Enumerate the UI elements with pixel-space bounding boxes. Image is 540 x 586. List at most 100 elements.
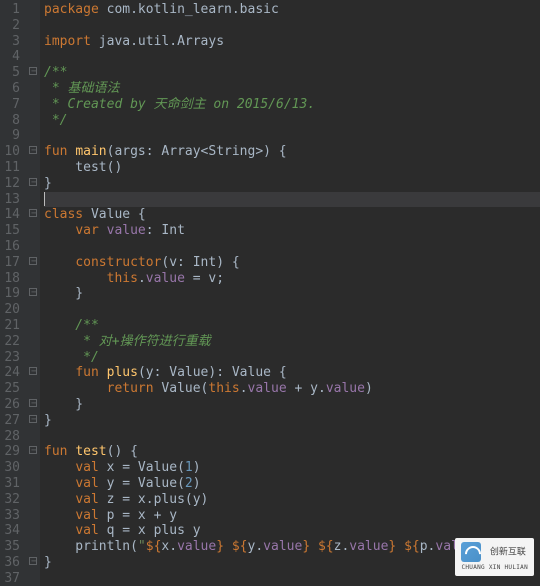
- code-line[interactable]: /**: [44, 318, 540, 334]
- code-line[interactable]: }: [44, 397, 540, 413]
- fold-slot: [28, 537, 40, 553]
- fold-slot: [28, 316, 40, 332]
- fold-toggle-icon[interactable]: [29, 415, 37, 423]
- fold-toggle-icon[interactable]: [29, 67, 37, 75]
- line-number: 2: [4, 18, 20, 34]
- code-line[interactable]: import java.util.Arrays: [44, 34, 540, 50]
- line-number: 32: [4, 492, 20, 508]
- code-line[interactable]: [44, 49, 540, 65]
- code-line[interactable]: }: [44, 176, 540, 192]
- line-number-gutter: 1234567891011121314151617181920212223242…: [0, 0, 28, 586]
- fold-slot: [28, 158, 40, 174]
- line-number: 22: [4, 334, 20, 350]
- fold-slot: [28, 395, 40, 411]
- code-line[interactable]: this.value = v;: [44, 271, 540, 287]
- fold-toggle-icon[interactable]: [29, 178, 37, 186]
- line-number: 26: [4, 397, 20, 413]
- fold-toggle-icon[interactable]: [29, 367, 37, 375]
- code-line[interactable]: * 基础语法: [44, 81, 540, 97]
- code-line[interactable]: fun main(args: Array<String>) {: [44, 144, 540, 160]
- fold-slot: [28, 506, 40, 522]
- fold-slot: [28, 363, 40, 379]
- code-line[interactable]: fun test() {: [44, 444, 540, 460]
- fold-slot: [28, 111, 40, 127]
- fold-slot: [28, 16, 40, 32]
- fold-toggle-icon[interactable]: [29, 146, 37, 154]
- code-line[interactable]: return Value(this.value + y.value): [44, 381, 540, 397]
- code-line[interactable]: */: [44, 113, 540, 129]
- code-line[interactable]: test(): [44, 160, 540, 176]
- code-line[interactable]: fun plus(y: Value): Value {: [44, 365, 540, 381]
- code-line[interactable]: val q = x plus y: [44, 523, 540, 539]
- line-number: 8: [4, 113, 20, 129]
- code-line[interactable]: [44, 429, 540, 445]
- line-number: 5: [4, 65, 20, 81]
- code-line[interactable]: [44, 302, 540, 318]
- fold-slot: [28, 142, 40, 158]
- line-number: 30: [4, 460, 20, 476]
- code-editor[interactable]: 1234567891011121314151617181920212223242…: [0, 0, 540, 586]
- line-number: 9: [4, 128, 20, 144]
- fold-column[interactable]: [28, 0, 40, 586]
- fold-slot: [28, 174, 40, 190]
- fold-slot: [28, 253, 40, 269]
- line-number: 1: [4, 2, 20, 18]
- code-line[interactable]: */: [44, 350, 540, 366]
- fold-slot: [28, 569, 40, 585]
- code-area[interactable]: package com.kotlin_learn.basicimport jav…: [40, 0, 540, 586]
- code-line[interactable]: [44, 18, 540, 34]
- code-line[interactable]: /**: [44, 65, 540, 81]
- code-line[interactable]: val y = Value(2): [44, 476, 540, 492]
- fold-slot: [28, 348, 40, 364]
- line-number: 25: [4, 381, 20, 397]
- line-number: 36: [4, 555, 20, 571]
- line-number: 28: [4, 429, 20, 445]
- line-number: 18: [4, 271, 20, 287]
- fold-slot: [28, 427, 40, 443]
- watermark-brand: 创新互联: [490, 548, 526, 558]
- fold-toggle-icon[interactable]: [29, 399, 37, 407]
- fold-slot: [28, 63, 40, 79]
- code-line[interactable]: val z = x.plus(y): [44, 492, 540, 508]
- code-line[interactable]: [44, 239, 540, 255]
- code-line[interactable]: var value: Int: [44, 223, 540, 239]
- fold-toggle-icon[interactable]: [29, 446, 37, 454]
- code-line[interactable]: [44, 128, 540, 144]
- fold-slot: [28, 205, 40, 221]
- code-line[interactable]: * 对+操作符进行重载: [44, 334, 540, 350]
- watermark: 创新互联 CHUANG XIN HULIAN: [455, 538, 534, 576]
- line-number: 13: [4, 192, 20, 208]
- line-number: 3: [4, 34, 20, 50]
- line-number: 11: [4, 160, 20, 176]
- line-number: 31: [4, 476, 20, 492]
- line-number: 37: [4, 571, 20, 586]
- line-number: 7: [4, 97, 20, 113]
- code-line[interactable]: [44, 192, 540, 208]
- code-line[interactable]: class Value {: [44, 207, 540, 223]
- line-number: 19: [4, 286, 20, 302]
- line-number: 33: [4, 508, 20, 524]
- line-number: 12: [4, 176, 20, 192]
- fold-slot: [28, 521, 40, 537]
- line-number: 15: [4, 223, 20, 239]
- code-line[interactable]: }: [44, 413, 540, 429]
- code-line[interactable]: package com.kotlin_learn.basic: [44, 2, 540, 18]
- line-number: 14: [4, 207, 20, 223]
- fold-slot: [28, 474, 40, 490]
- fold-slot: [28, 442, 40, 458]
- fold-toggle-icon[interactable]: [29, 209, 37, 217]
- code-line[interactable]: * Created by 天命剑主 on 2015/6/13.: [44, 97, 540, 113]
- fold-slot: [28, 284, 40, 300]
- fold-toggle-icon[interactable]: [29, 257, 37, 265]
- fold-toggle-icon[interactable]: [29, 557, 37, 565]
- code-line[interactable]: }: [44, 286, 540, 302]
- fold-slot: [28, 190, 40, 206]
- fold-toggle-icon[interactable]: [29, 288, 37, 296]
- code-line[interactable]: val x = Value(1): [44, 460, 540, 476]
- text-cursor: [44, 192, 45, 206]
- fold-slot: [28, 332, 40, 348]
- code-line[interactable]: constructor(v: Int) {: [44, 255, 540, 271]
- line-number: 17: [4, 255, 20, 271]
- code-line[interactable]: val p = x + y: [44, 508, 540, 524]
- line-number: 16: [4, 239, 20, 255]
